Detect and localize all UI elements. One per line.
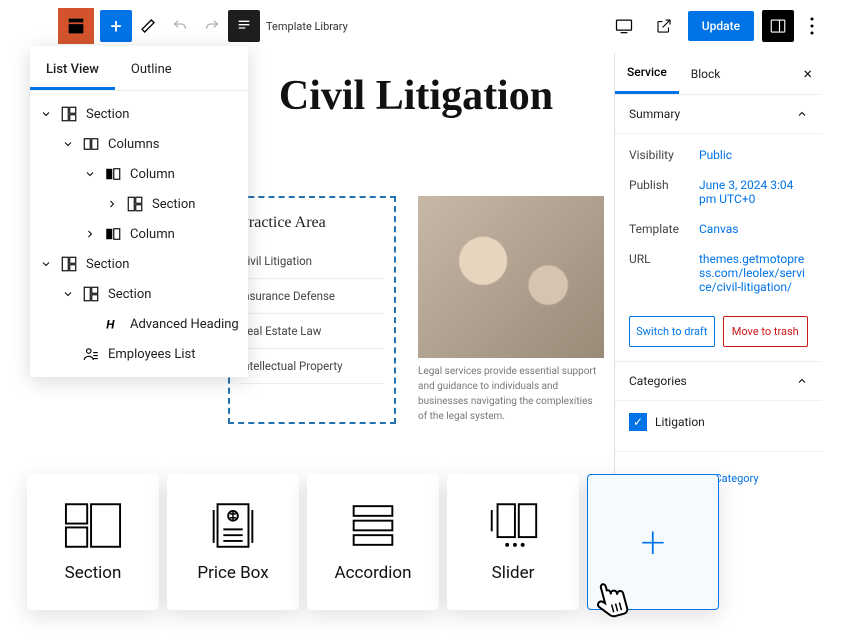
plus-icon: + (641, 516, 666, 568)
update-button[interactable]: Update (688, 11, 754, 41)
summary-label: Summary (629, 107, 680, 121)
chevron-down-icon[interactable] (84, 168, 96, 180)
settings-sidebar: Service Block × Summary VisibilityPublic… (614, 53, 822, 505)
list-item[interactable]: Civil Litigation (240, 244, 384, 279)
page-title[interactable]: Civil Litigation (228, 68, 604, 120)
site-logo[interactable] (58, 8, 94, 44)
tree-item[interactable]: Section (34, 279, 244, 309)
tree-item[interactable]: Column (34, 159, 244, 189)
block-label: Price Box (197, 563, 268, 583)
tree-label: Advanced Heading (130, 317, 239, 332)
spacer[interactable] (84, 318, 96, 330)
categories-label: Categories (629, 374, 687, 388)
content-column: Legal services provide essential support… (418, 196, 604, 424)
tree-item[interactable]: Section (34, 189, 244, 219)
block-label: Slider (492, 563, 535, 583)
chevron-up-icon (796, 108, 808, 120)
tab-list-view[interactable]: List View (30, 52, 115, 90)
tab-block[interactable]: Block (679, 55, 733, 93)
tree-item[interactable]: Columns (34, 129, 244, 159)
url-value[interactable]: themes.getmotopress.com/leolex/service/c… (699, 252, 808, 294)
section-icon (60, 255, 78, 273)
doc-outline-icon[interactable] (228, 10, 260, 42)
list-item[interactable]: Intellectual Property (240, 349, 384, 384)
practice-heading: Practice Area (240, 208, 384, 238)
row-label: URL (629, 252, 699, 294)
block-slider[interactable]: Slider (447, 474, 579, 610)
row-label: Template (629, 222, 699, 236)
row-label: Visibility (629, 148, 699, 162)
section-icon (60, 105, 78, 123)
block-label: Accordion (335, 563, 412, 583)
hero-caption: Legal services provide essential support… (418, 364, 604, 424)
block-accordion[interactable]: Accordion (307, 474, 439, 610)
tree-item[interactable]: Section (34, 99, 244, 129)
chevron-up-icon (796, 375, 808, 387)
template-library-label[interactable]: Template Library (266, 20, 348, 33)
tab-service[interactable]: Service (615, 53, 679, 94)
edit-icon[interactable] (132, 10, 164, 42)
row-label: Publish (629, 178, 699, 206)
switch-draft-button[interactable]: Switch to draft (629, 316, 715, 347)
chevron-right-icon[interactable] (106, 198, 118, 210)
top-toolbar: + Template Library Update (58, 8, 822, 44)
tree-item[interactable]: Employees List (34, 339, 244, 369)
publish-value[interactable]: June 3, 2024 3:04 pm UTC+0 (699, 178, 808, 206)
checkbox-checked-icon[interactable]: ✓ (629, 413, 647, 431)
tree-label: Column (130, 227, 175, 242)
tree-item[interactable]: H Advanced Heading (34, 309, 244, 339)
spacer[interactable] (62, 348, 74, 360)
tree-label: Section (108, 287, 151, 302)
tree-label: Columns (108, 137, 160, 152)
add-block-button[interactable]: + (100, 10, 132, 42)
block-section[interactable]: Section (27, 474, 159, 610)
hero-image[interactable] (418, 196, 604, 358)
list-view-panel: List View Outline SectionColumnsColumnSe… (30, 46, 248, 377)
chevron-down-icon[interactable] (40, 258, 52, 270)
tree-label: Employees List (108, 347, 195, 362)
undo-icon[interactable] (164, 10, 196, 42)
tree-item[interactable]: Section (34, 249, 244, 279)
view-icon[interactable] (608, 10, 640, 42)
chevron-right-icon[interactable] (84, 228, 96, 240)
more-menu-icon[interactable] (802, 10, 822, 42)
column-icon (104, 165, 122, 183)
close-icon[interactable]: × (803, 64, 812, 83)
list-item[interactable]: Insurance Defense (240, 279, 384, 314)
visibility-value[interactable]: Public (699, 148, 808, 162)
tree-label: Section (86, 257, 129, 272)
block-tree: SectionColumnsColumnSectionColumnSection… (30, 91, 248, 377)
section-icon (126, 195, 144, 213)
redo-icon[interactable] (196, 10, 228, 42)
section-icon (82, 285, 100, 303)
template-value[interactable]: Canvas (699, 222, 808, 236)
sidebar-toggle-icon[interactable] (762, 10, 794, 42)
block-pricebox[interactable]: Price Box (167, 474, 299, 610)
tree-label: Column (130, 167, 175, 182)
svg-text:H: H (106, 318, 115, 332)
heading-icon: H (104, 315, 122, 333)
block-label: Section (65, 563, 122, 583)
move-trash-button[interactable]: Move to trash (723, 316, 809, 347)
chevron-down-icon[interactable] (62, 138, 74, 150)
categories-header[interactable]: Categories (615, 362, 822, 401)
tree-item[interactable]: Column (34, 219, 244, 249)
summary-header[interactable]: Summary (615, 95, 822, 134)
external-link-icon[interactable] (648, 10, 680, 42)
category-row[interactable]: ✓ Litigation (629, 405, 808, 439)
category-label: Litigation (655, 415, 705, 429)
columns-icon (82, 135, 100, 153)
tree-label: Section (152, 197, 195, 212)
list-item[interactable]: Real Estate Law (240, 314, 384, 349)
chevron-down-icon[interactable] (40, 108, 52, 120)
practice-area-block[interactable]: Practice Area Civil Litigation Insurance… (228, 196, 396, 424)
people-icon (82, 345, 100, 363)
chevron-down-icon[interactable] (62, 288, 74, 300)
tree-label: Section (86, 107, 129, 122)
tab-outline[interactable]: Outline (115, 52, 188, 90)
column-icon (104, 225, 122, 243)
